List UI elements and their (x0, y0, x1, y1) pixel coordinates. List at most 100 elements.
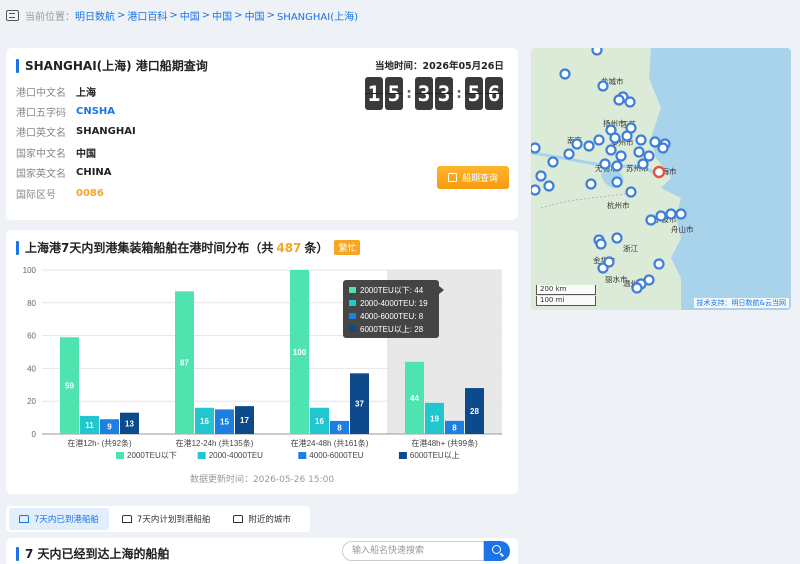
map-canvas[interactable]: 盐城市 扬州市 江苏 泰州市 南京 无锡市 苏州市 上海市 杭州市 宁波市 舟山… (531, 48, 791, 310)
port-pin-icon[interactable] (531, 184, 541, 196)
port-pin-icon[interactable] (585, 178, 597, 190)
port-pin-icon[interactable] (637, 158, 649, 170)
port-pin-icon[interactable] (597, 80, 609, 92)
port-pin-icon[interactable] (535, 170, 547, 182)
port-pin-icon[interactable] (583, 140, 595, 152)
bar-value-label: 9 (107, 423, 112, 432)
breadcrumb-link[interactable]: 港口百科 (127, 8, 167, 23)
search-button[interactable] (484, 541, 510, 561)
info-row-port-en: 港口英文名 SHANGHAI (16, 126, 136, 140)
tooltip-swatch (349, 287, 356, 293)
ship-icon (121, 515, 132, 523)
legend-label: 6000TEU以上 (410, 451, 460, 460)
port-pin-icon[interactable] (653, 258, 665, 270)
y-tick-label: 60 (27, 332, 36, 341)
clock-digit: 3 (435, 77, 453, 110)
port-pin-icon[interactable] (563, 148, 575, 160)
tooltip-swatch (349, 313, 356, 319)
tooltip-swatch (349, 326, 356, 332)
port-pin-icon[interactable] (675, 208, 687, 220)
tooltip-text: 2000-4000TEU: 19 (360, 299, 428, 308)
tooltip-text: 6000TEU以上: 28 (360, 325, 424, 334)
port-pin-icon[interactable] (531, 142, 541, 154)
port-pin-icon[interactable] (613, 94, 625, 106)
port-pin-icon[interactable] (635, 134, 647, 146)
info-row-dial-code: 国际区号 0086 (16, 187, 104, 201)
breadcrumb-link[interactable]: 中国 (245, 8, 265, 23)
port-pin-icon[interactable] (631, 282, 643, 294)
arrived-vessels-card: 7 天内已经到达上海的船舶 输入船名快速搜索 (6, 538, 518, 564)
arrived-title: 7 天内已经到达上海的船舶 (16, 545, 170, 562)
bar-value-label: 16 (315, 417, 324, 426)
port-pin-icon[interactable] (649, 136, 661, 148)
tab-nearby-cities[interactable]: 附近的城市 (223, 508, 301, 530)
breadcrumb-link[interactable]: 明日数航 (75, 8, 115, 23)
port-pin-icon[interactable] (603, 256, 615, 268)
port-pin-icon[interactable] (593, 134, 605, 146)
port-pin-icon[interactable] (571, 138, 583, 150)
port-title: SHANGHAI(上海) 港口船期查询 (16, 57, 208, 74)
breadcrumb: 当前位置： 明日数航 > 港口百科 > 中国 > 中国 > 中国 > SHANGHAI(上… (6, 7, 358, 23)
y-tick-label: 100 (23, 266, 37, 275)
breadcrumb-prefix: 当前位置： (25, 11, 75, 23)
port-pin-icon[interactable] (543, 180, 555, 192)
vessel-search-input[interactable]: 输入船名快速搜索 (342, 541, 484, 561)
port-pin-icon[interactable] (643, 150, 655, 162)
port-pin-icon[interactable] (599, 158, 611, 170)
bar-value-label: 8 (452, 423, 457, 432)
port-pin-icon[interactable] (611, 176, 623, 188)
calendar-icon (447, 173, 457, 182)
port-pin-icon[interactable] (591, 48, 603, 56)
y-tick-label: 20 (27, 397, 36, 406)
schedule-query-button[interactable]: 船期查询 (437, 166, 509, 189)
port-pin-icon[interactable] (559, 68, 571, 80)
port-map[interactable]: 盐城市 扬州市 江苏 泰州市 南京 无锡市 苏州市 上海市 杭州市 宁波市 舟山… (531, 48, 791, 310)
port-pin-icon[interactable] (615, 150, 627, 162)
breadcrumb-link[interactable]: 中国 (180, 8, 200, 23)
tooltip-text: 4000-6000TEU: 8 (360, 312, 424, 321)
port-pin-icon[interactable] (655, 210, 667, 222)
legend-label: 4000-6000TEU (309, 451, 363, 460)
dwell-time-chart-card: 上海港7天内到港集装箱船舶在港时间分布（共 487 条） 繁忙 0 20 40 60 80 1… (6, 230, 518, 494)
breadcrumb-current[interactable]: SHANGHAI(上海) (277, 8, 358, 23)
bar-value-label: 44 (410, 394, 419, 403)
legend-swatch (298, 452, 307, 459)
bar-value-label: 17 (240, 416, 249, 425)
map-label-hangzhou: 杭州市 (607, 200, 630, 210)
port-pin-icon[interactable] (621, 130, 633, 142)
bar-chart: 0 20 40 60 80 100 59 11 9 13 在港12h- (共92条) 87 16 15 17… (23, 266, 502, 460)
port-pin-icon[interactable] (665, 208, 677, 220)
port-pin-icon[interactable] (605, 144, 617, 156)
y-tick-label: 0 (32, 430, 37, 439)
legend-swatch (116, 452, 124, 459)
port-pin-icon[interactable] (657, 142, 669, 154)
port-pin-icon[interactable] (625, 186, 637, 198)
tab-arrived-vessels[interactable]: 7天内已到港船舶 (9, 508, 109, 530)
port-pin-icon[interactable] (645, 214, 657, 226)
ship-icon (19, 515, 29, 523)
port-info-card: SHANGHAI(上海) 港口船期查询 港口中文名 上海 港口五字码 CNSHA 港… (6, 48, 518, 220)
local-time-label: 当地时间：2026年05月26日 (375, 61, 504, 72)
port-pin-icon[interactable] (611, 160, 623, 172)
map-scale: 200 km 100 mi (536, 285, 596, 307)
port-pin-icon[interactable] (633, 146, 645, 158)
info-row-port-cn: 港口中文名 上海 (16, 87, 96, 99)
port-pin-icon[interactable] (611, 232, 623, 244)
current-port-pin-icon[interactable] (652, 165, 666, 179)
port-pin-icon[interactable] (547, 156, 559, 168)
map-label-zhejiang: 浙江 (623, 243, 638, 253)
bar-value-label: 19 (430, 414, 439, 423)
port-pin-icon[interactable] (595, 238, 607, 250)
clock-digit: 3 (415, 77, 433, 110)
location-icon (6, 9, 19, 21)
legend-label: 2000-4000TEU (209, 451, 263, 460)
bar-value-label: 16 (200, 417, 209, 426)
tab-scheduled-vessels[interactable]: 7天内计划到港船舶 (112, 508, 220, 530)
tooltip-text: 2000TEU以下: 44 (360, 286, 424, 295)
port-pin-icon[interactable] (609, 132, 621, 144)
local-clock: 1 5 : 3 3 : 5 6 (365, 77, 505, 110)
map-credit: 技术支持：明日数航&云当网 (693, 298, 789, 308)
port-pin-icon[interactable] (624, 96, 636, 108)
breadcrumb-link[interactable]: 中国 (212, 8, 232, 23)
bar-value-label: 11 (85, 421, 94, 430)
